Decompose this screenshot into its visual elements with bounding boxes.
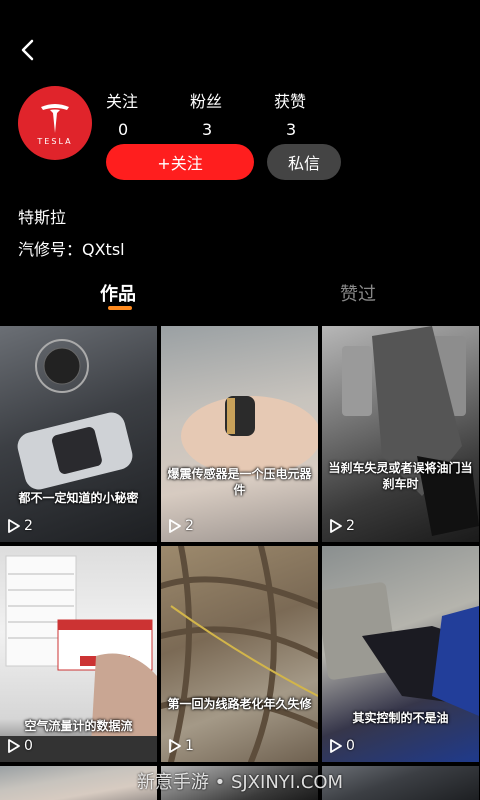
stat-label: 关注 bbox=[106, 92, 139, 111]
avatar-brand-text: TESLA bbox=[37, 136, 73, 146]
video-caption: 其实控制的不是油 bbox=[352, 711, 449, 725]
tab-liked[interactable]: 赞过 bbox=[340, 280, 376, 306]
pedal-shoe-image bbox=[342, 326, 479, 536]
play-icon bbox=[330, 739, 342, 753]
tesla-logo-icon bbox=[41, 103, 69, 133]
play-icon bbox=[8, 739, 20, 753]
stat-label: 获赞 bbox=[274, 92, 307, 111]
stat-label: 粉丝 bbox=[190, 92, 223, 111]
video-thumbnail[interactable]: 当刹车失灵或者误将油门当刹车时 2 bbox=[322, 326, 479, 542]
back-button[interactable] bbox=[14, 36, 42, 64]
play-count: 2 bbox=[330, 518, 355, 534]
play-count: 0 bbox=[8, 738, 33, 754]
play-icon bbox=[330, 519, 342, 533]
play-icon bbox=[169, 739, 181, 753]
message-button[interactable]: 私信 bbox=[267, 144, 341, 180]
watermark-text: 新意手游 • SJXINYI.COM bbox=[136, 772, 344, 793]
profile-id: 汽修号：QXtsl bbox=[18, 240, 125, 259]
follow-button[interactable]: +关注 bbox=[106, 144, 254, 180]
stat-likes[interactable]: 获赞 3 bbox=[274, 88, 358, 139]
car-key-image bbox=[17, 339, 133, 490]
video-thumbnail[interactable]: 爆震传感器是一个压电元器件 2 bbox=[161, 326, 318, 542]
active-tab-indicator bbox=[108, 306, 132, 310]
play-count-value: 0 bbox=[346, 738, 355, 754]
video-caption: 第一回为线路老化年久失修 bbox=[167, 697, 312, 711]
play-count: 1 bbox=[169, 738, 194, 754]
content-tabs: 作品 赞过 bbox=[0, 280, 480, 320]
avatar[interactable]: TESLA bbox=[18, 86, 92, 160]
play-count: 0 bbox=[330, 738, 355, 754]
stat-value: 0 bbox=[118, 120, 129, 139]
play-icon bbox=[8, 519, 20, 533]
tab-works[interactable]: 作品 bbox=[100, 280, 136, 306]
stat-value: 3 bbox=[202, 120, 213, 139]
video-grid: 都不一定知道的小秘密 2 爆震传感器是一个压电元器件 2 当刹车失灵或者误将油门… bbox=[0, 326, 480, 800]
stat-followers[interactable]: 粉丝 3 bbox=[190, 88, 274, 139]
video-thumbnail[interactable]: 空气流量计的数据流 0 bbox=[0, 546, 157, 762]
play-count-value: 2 bbox=[24, 518, 33, 534]
video-thumbnail[interactable]: 第一回为线路老化年久失修 1 bbox=[161, 546, 318, 762]
profile-stats: 关注 0 粉丝 3 获赞 3 bbox=[106, 88, 358, 139]
wiring-image bbox=[161, 546, 318, 762]
play-count-value: 2 bbox=[185, 518, 194, 534]
sensor-image bbox=[181, 396, 318, 476]
play-count: 2 bbox=[169, 518, 194, 534]
play-icon bbox=[169, 519, 181, 533]
play-count-value: 1 bbox=[185, 738, 194, 754]
video-caption: 当刹车失灵或者误将油门当刹车时 bbox=[328, 461, 473, 491]
stat-value: 3 bbox=[286, 120, 297, 139]
play-count-value: 0 bbox=[24, 738, 33, 754]
stat-following[interactable]: 关注 0 bbox=[106, 88, 190, 139]
video-caption: 爆震传感器是一个压电元器件 bbox=[167, 467, 312, 497]
chevron-left-icon bbox=[21, 39, 34, 61]
play-count-value: 2 bbox=[346, 518, 355, 534]
video-caption: 空气流量计的数据流 bbox=[24, 719, 133, 733]
profile-name: 特斯拉 bbox=[18, 208, 67, 227]
accelerator-pedal-image bbox=[322, 582, 479, 716]
play-count: 2 bbox=[8, 518, 33, 534]
video-thumbnail[interactable]: 其实控制的不是油 0 bbox=[322, 546, 479, 762]
video-thumbnail[interactable]: 都不一定知道的小秘密 2 bbox=[0, 326, 157, 542]
video-caption: 都不一定知道的小秘密 bbox=[18, 491, 139, 505]
